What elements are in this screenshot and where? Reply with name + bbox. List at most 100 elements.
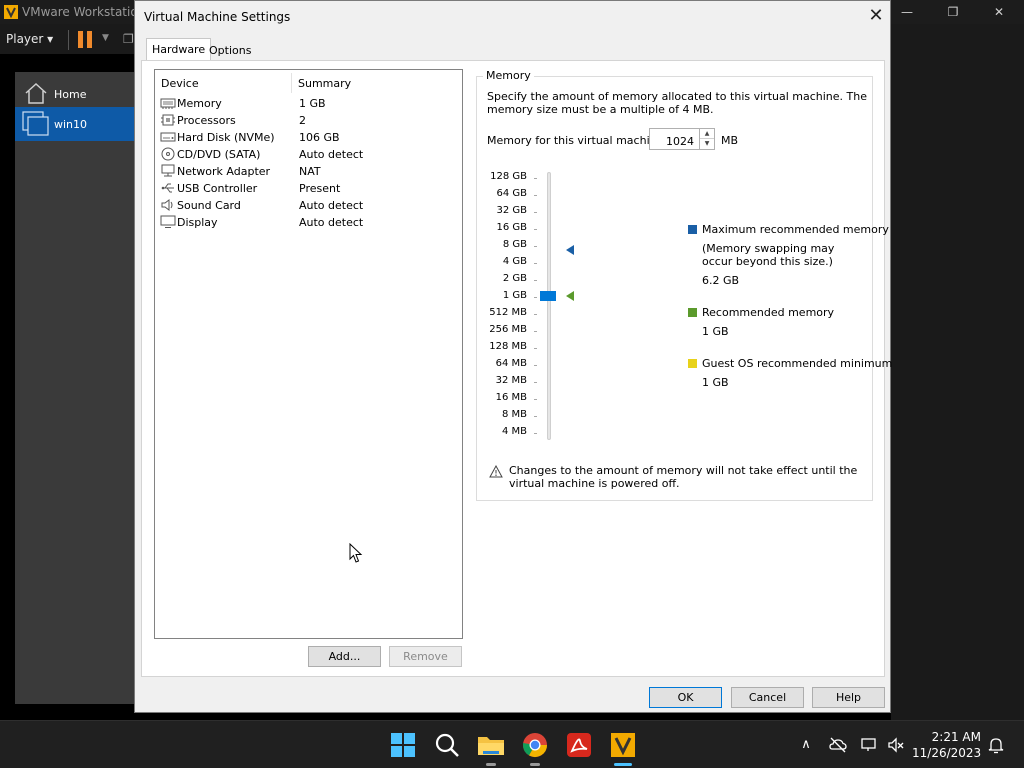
scale-label-256mb: 256 MB — [489, 324, 527, 335]
scale-label-16mb: 16 MB — [495, 392, 527, 403]
memory-group-title: Memory — [483, 69, 534, 82]
chrome-icon[interactable] — [519, 729, 551, 761]
scale-tick — [534, 433, 537, 434]
column-header-summary[interactable]: Summary — [298, 77, 351, 90]
display-icon — [160, 215, 176, 228]
memory-input[interactable] — [649, 128, 701, 150]
guest-minimum-swatch — [688, 359, 697, 368]
spin-down-icon[interactable]: ▼ — [700, 139, 714, 149]
notification-bell-icon[interactable] — [986, 735, 1006, 755]
memory-warning-text: Changes to the amount of memory will not… — [509, 464, 858, 490]
device-list: Device Summary Memory 1 GB Processors 2 … — [154, 69, 463, 639]
vm-settings-dialog: Virtual Machine Settings ✕ Hardware Opti… — [134, 0, 892, 713]
scale-tick — [534, 297, 537, 298]
max-recommended-swatch — [688, 225, 697, 234]
hardware-tab-panel: Device Summary Memory 1 GB Processors 2 … — [141, 60, 892, 677]
dialog-close-icon[interactable]: ✕ — [862, 4, 890, 30]
file-explorer-icon[interactable] — [475, 729, 507, 761]
pause-icon[interactable] — [78, 31, 94, 48]
device-row-hard-disk[interactable]: Hard Disk (NVMe) 106 GB — [155, 129, 462, 146]
start-icon[interactable] — [387, 729, 419, 761]
memory-stepper[interactable]: ▲ ▼ — [699, 128, 715, 150]
device-row-usb-controller[interactable]: USB Controller Present — [155, 180, 462, 197]
restore-button[interactable]: ❐ — [930, 0, 976, 24]
scale-tick — [534, 246, 537, 247]
window-close-button[interactable]: ✕ — [976, 0, 1022, 24]
file-explorer-running-indicator — [486, 763, 496, 766]
ok-button[interactable]: OK — [649, 687, 722, 708]
library-sidebar: Home win10 — [15, 72, 135, 704]
tab-hardware[interactable]: Hardware — [146, 38, 212, 61]
sidebar-item-win10[interactable]: win10 — [15, 107, 135, 141]
sidebar-item-home[interactable]: Home — [15, 76, 135, 108]
background-window-title: VMware Workstation — [22, 5, 146, 19]
scale-label-64gb: 64 GB — [496, 188, 527, 199]
send-keys-icon[interactable]: ❐ — [123, 32, 134, 46]
add-button[interactable]: Add... — [308, 646, 381, 667]
scale-label-4mb: 4 MB — [501, 426, 527, 437]
max-recommended-marker-icon — [566, 245, 574, 255]
clock-time[interactable]: 2:21 AM — [912, 730, 981, 744]
device-row-network-adapter[interactable]: Network Adapter NAT — [155, 163, 462, 180]
vmware-icon[interactable] — [607, 729, 639, 761]
scale-label-4gb: 4 GB — [502, 256, 527, 267]
help-button[interactable]: Help — [812, 687, 885, 708]
spin-up-icon[interactable]: ▲ — [700, 129, 714, 139]
vmware-active-indicator — [614, 763, 632, 766]
scale-tick — [534, 229, 537, 230]
scale-tick — [534, 195, 537, 196]
memory-field-label: Memory for this virtual machine: — [487, 134, 668, 147]
show-hidden-icons-chevron-up-icon[interactable]: ∧ — [796, 735, 816, 755]
scale-tick — [534, 331, 537, 332]
mouse-cursor-icon — [349, 543, 363, 563]
scale-label-128mb: 128 MB — [489, 341, 527, 352]
scale-label-64mb: 64 MB — [495, 358, 527, 369]
device-row-cd-dvd[interactable]: CD/DVD (SATA) Auto detect — [155, 146, 462, 163]
memory-description: Specify the amount of memory allocated t… — [487, 90, 867, 116]
cd-dvd-icon — [161, 147, 175, 161]
power-dropdown-icon[interactable]: ▼ — [102, 33, 109, 43]
scale-label-8mb: 8 MB — [501, 409, 527, 420]
home-icon — [25, 82, 47, 104]
tab-bar: Hardware Options — [141, 38, 886, 61]
scale-label-16gb: 16 GB — [496, 222, 527, 233]
memory-slider-thumb[interactable] — [540, 291, 556, 301]
device-row-display[interactable]: Display Auto detect — [155, 214, 462, 231]
memory-slider-track[interactable] — [547, 172, 551, 440]
column-divider — [291, 73, 292, 93]
scale-tick — [534, 280, 537, 281]
warning-icon — [489, 465, 503, 478]
acrobat-icon[interactable] — [563, 729, 595, 761]
usb-controller-icon — [161, 183, 174, 193]
taskbar: ∧ 2:21 AM 11/26/2023 — [0, 720, 1024, 768]
onedrive-offline-icon[interactable] — [828, 735, 848, 755]
device-row-processors[interactable]: Processors 2 — [155, 112, 462, 129]
max-recommended-value: 6.2 GB — [702, 274, 740, 287]
chrome-running-indicator — [530, 763, 540, 766]
max-recommended-title: Maximum recommended memory — [702, 223, 889, 236]
scale-tick — [534, 365, 537, 366]
device-row-memory[interactable]: Memory 1 GB — [155, 95, 462, 112]
guest-minimum-value: 1 GB — [702, 376, 729, 389]
remove-button[interactable]: Remove — [389, 646, 462, 667]
player-menu[interactable]: Player ▾ — [6, 32, 53, 46]
volume-muted-icon[interactable] — [886, 735, 906, 755]
recommended-swatch — [688, 308, 697, 317]
search-icon[interactable] — [431, 729, 463, 761]
scale-tick — [534, 212, 537, 213]
scale-label-1gb: 1 GB — [502, 290, 527, 301]
clock-date[interactable]: 11/26/2023 — [912, 746, 981, 760]
vm-icon — [22, 111, 49, 136]
scale-label-32gb: 32 GB — [496, 205, 527, 216]
memory-icon — [160, 98, 176, 109]
processor-icon — [161, 114, 175, 126]
device-row-sound-card[interactable]: Sound Card Auto detect — [155, 197, 462, 214]
network-icon[interactable] — [860, 735, 880, 755]
cancel-button[interactable]: Cancel — [731, 687, 804, 708]
network-adapter-icon — [161, 164, 175, 177]
scale-tick — [534, 178, 537, 179]
column-header-device[interactable]: Device — [161, 77, 199, 90]
scale-label-8gb: 8 GB — [502, 239, 527, 250]
scale-label-32mb: 32 MB — [495, 375, 527, 386]
tab-options[interactable]: Options — [204, 40, 256, 60]
